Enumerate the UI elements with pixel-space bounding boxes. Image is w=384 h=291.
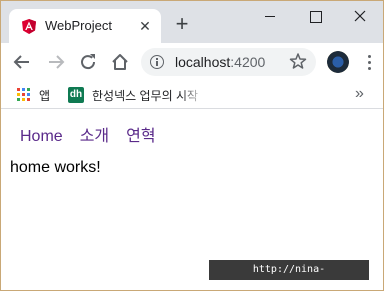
tab-title: WebProject: [45, 18, 112, 33]
maximize-button[interactable]: [304, 5, 326, 27]
browser-toolbar: localhost:4200: [1, 43, 383, 81]
close-window-button[interactable]: [349, 5, 371, 27]
apps-bookmark-label[interactable]: 앱: [39, 87, 50, 104]
url-text[interactable]: localhost:4200: [175, 54, 265, 70]
url-host: localhost: [175, 54, 231, 70]
profile-avatar[interactable]: [327, 51, 349, 73]
home-button[interactable]: [109, 51, 131, 73]
apps-grid-icon[interactable]: [17, 88, 30, 101]
browser-menu-icon[interactable]: [361, 52, 377, 72]
bookmark-star-icon[interactable]: [289, 52, 307, 70]
browser-window: WebProject ✕ + localhost:4200 앱 dh 한성넥스 …: [0, 0, 384, 291]
bookmarks-bar: 앱 dh 한성넥스 업무의 시작 »: [1, 81, 383, 109]
tab-webproject[interactable]: WebProject ✕: [9, 9, 161, 43]
bookmark-site-icon[interactable]: dh: [68, 87, 84, 103]
close-icon: [354, 10, 366, 22]
nav-link-home[interactable]: Home: [20, 128, 63, 145]
tab-close-icon[interactable]: ✕: [137, 18, 153, 34]
site-nav: Home 소개 연혁: [20, 122, 173, 146]
home-component-text: home works!: [10, 159, 101, 176]
minimize-button[interactable]: [259, 5, 281, 27]
angular-logo-icon: [22, 19, 36, 34]
forward-button[interactable]: [45, 51, 67, 73]
site-info-icon[interactable]: [150, 55, 164, 69]
nav-link-about[interactable]: 소개: [80, 128, 109, 145]
page-content: Home 소개 연혁 home works! http://nina-life.ti…: [1, 110, 383, 290]
bookmark-site-label[interactable]: 한성넥스 업무의 시작: [92, 87, 204, 104]
more-bookmarks-chevron-icon[interactable]: »: [355, 85, 364, 103]
tab-strip: WebProject ✕ +: [1, 1, 383, 43]
reload-button[interactable]: [77, 51, 99, 73]
back-button[interactable]: [11, 51, 33, 73]
nav-link-history[interactable]: 연혁: [126, 128, 155, 145]
url-port: :4200: [230, 54, 266, 70]
new-tab-button[interactable]: +: [171, 13, 193, 36]
address-bar[interactable]: localhost:4200: [141, 48, 316, 76]
watermark: http://nina-life.tistory.com: [209, 260, 369, 290]
